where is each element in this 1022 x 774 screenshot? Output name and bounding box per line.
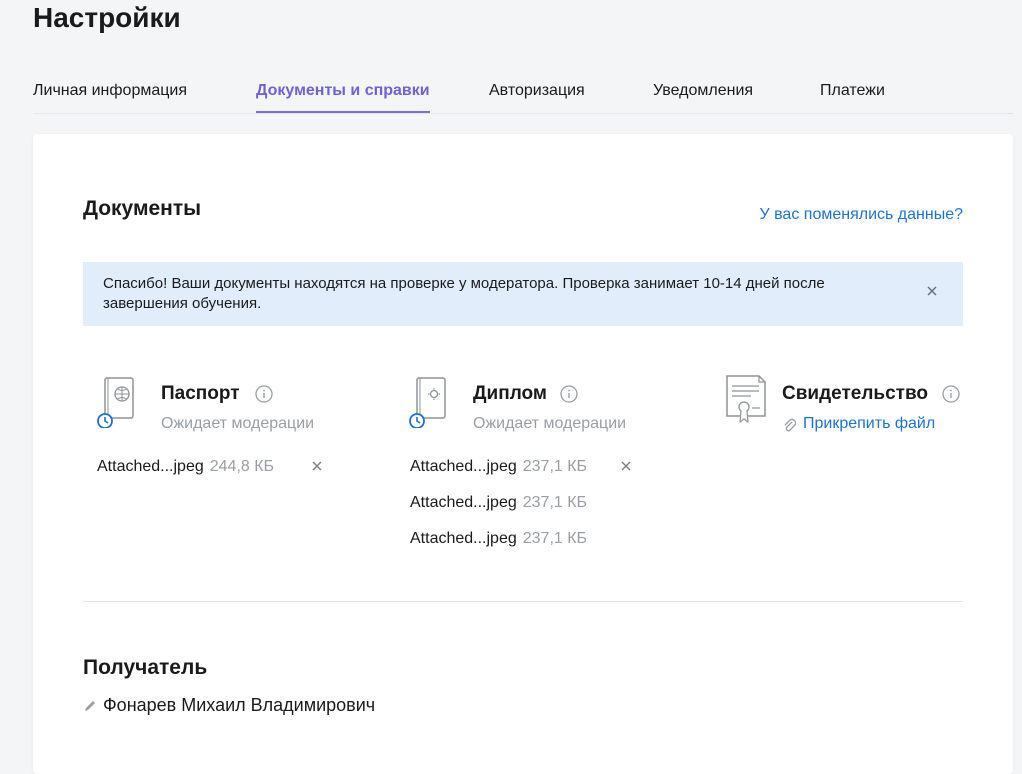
diploma-status: Ожидает модерации xyxy=(473,415,627,432)
documents-title: Документы xyxy=(83,197,202,220)
recipient-title: Получатель xyxy=(83,656,208,679)
section-divider xyxy=(83,601,963,602)
certificate-name: Свидетельство xyxy=(782,383,928,404)
file-name[interactable]: Attached...jpeg xyxy=(410,458,517,475)
tab-authorization[interactable]: Авторизация xyxy=(489,78,585,113)
passport-icon xyxy=(97,377,134,428)
close-icon[interactable] xyxy=(925,284,939,298)
file-name[interactable]: Attached...jpeg xyxy=(410,530,517,547)
remove-file-icon[interactable] xyxy=(311,460,323,472)
settings-tabs: Личная информация Документы и справки Ав… xyxy=(33,78,1013,114)
tab-payments[interactable]: Платежи xyxy=(820,78,885,113)
file-size: 237,1 КБ xyxy=(522,494,588,511)
passport-status: Ожидает модерации xyxy=(161,415,315,432)
file-item: Attached...jpeg 237,1 КБ xyxy=(410,456,587,478)
file-size: 237,1 КБ xyxy=(522,458,588,475)
tab-notifications[interactable]: Уведомления xyxy=(653,78,753,113)
tab-personal-info[interactable]: Личная информация xyxy=(33,78,187,113)
file-item: Attached...jpeg 244,8 КБ xyxy=(97,456,274,478)
passport-name: Паспорт xyxy=(161,383,240,404)
documents-card: Документы У вас поменялись данные? Спаси… xyxy=(33,134,1013,774)
certificate-icon xyxy=(726,375,766,424)
pencil-icon[interactable] xyxy=(83,699,97,713)
file-item: Attached...jpeg 237,1 КБ xyxy=(410,528,587,550)
info-icon[interactable] xyxy=(255,385,273,403)
file-name[interactable]: Attached...jpeg xyxy=(410,494,517,511)
file-size: 237,1 КБ xyxy=(522,530,588,547)
info-icon[interactable] xyxy=(942,385,960,403)
diploma-icon xyxy=(409,377,446,428)
file-name[interactable]: Attached...jpeg xyxy=(97,458,204,475)
file-size: 244,8 КБ xyxy=(209,458,275,475)
remove-file-icon[interactable] xyxy=(620,460,632,472)
info-icon[interactable] xyxy=(560,385,578,403)
diploma-name: Диплом xyxy=(473,383,547,404)
notice-text: Спасибо! Ваши документы находятся на про… xyxy=(103,275,825,312)
moderation-notice: Спасибо! Ваши документы находятся на про… xyxy=(83,262,963,326)
paperclip-icon xyxy=(784,418,796,432)
data-changed-link[interactable]: У вас поменялись данные? xyxy=(760,206,964,224)
file-item: Attached...jpeg 237,1 КБ xyxy=(410,492,587,514)
document-certificate: Свидетельство Прикрепить файл xyxy=(723,374,963,494)
recipient-name: Фонарев Михаил Владимирович xyxy=(103,695,376,715)
attach-file-link[interactable]: Прикрепить файл xyxy=(803,415,935,433)
tab-documents[interactable]: Документы и справки xyxy=(256,78,430,113)
page-title: Настройки xyxy=(33,2,181,33)
